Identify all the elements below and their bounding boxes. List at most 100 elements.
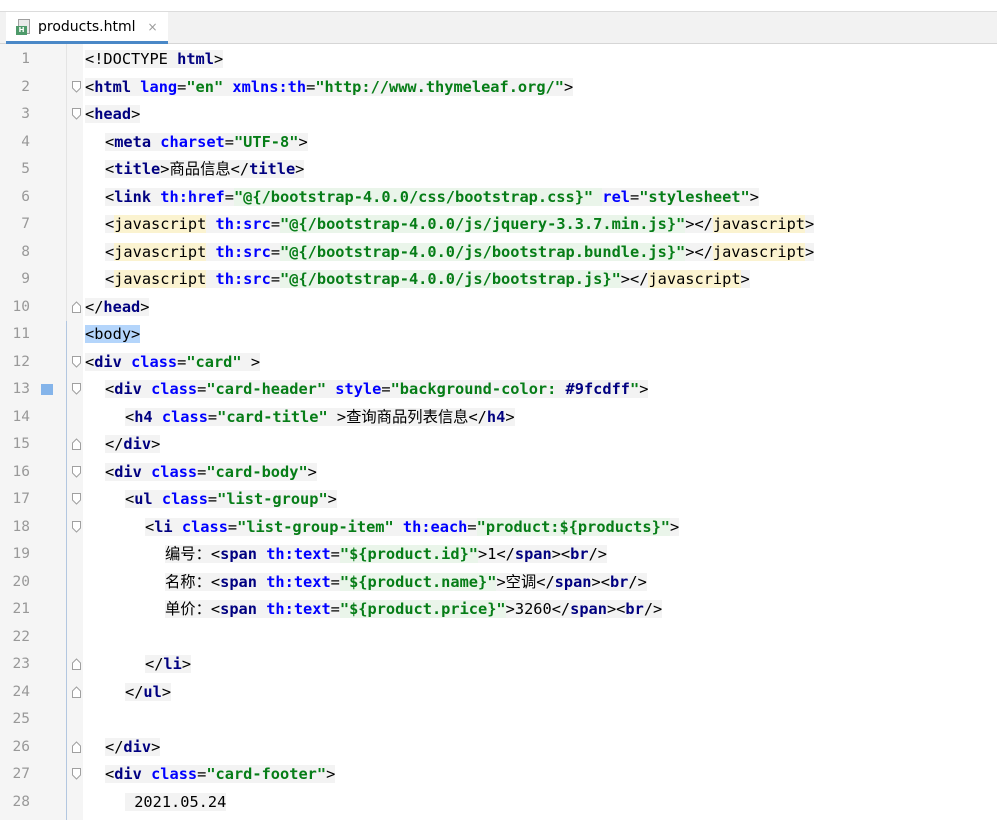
- ide-window: H products.html × 1 <!DOCTYPE html> 2 <html…: [0, 0, 997, 820]
- line-number: 22: [12, 628, 30, 645]
- code-line[interactable]: 11 <body>: [0, 321, 997, 349]
- code-line[interactable]: 10 </head>: [0, 294, 997, 322]
- line-number: 5: [21, 161, 30, 177]
- code-line[interactable]: 15 </div>: [0, 431, 997, 459]
- code-text: <title>商品信息</title>: [105, 160, 305, 178]
- code-text: </div>: [105, 435, 161, 453]
- code-line[interactable]: 4 <meta charset="UTF-8">: [0, 129, 997, 157]
- line-number: 11: [12, 326, 30, 342]
- code-line[interactable]: 28 2021.05.24: [0, 789, 997, 817]
- line-number: 19: [12, 546, 30, 562]
- line-number: 15: [12, 436, 30, 452]
- code-text: 名称：<span th:text="${product.name}">空调</s…: [165, 572, 647, 591]
- code-text: </head>: [85, 297, 150, 316]
- editor-tab-bar: H products.html ×: [0, 11, 997, 44]
- line-number: 10: [12, 298, 30, 315]
- code-text: <ul class="list-group">: [125, 490, 337, 508]
- code-line[interactable]: 20 名称：<span th:text="${product.name}">空调<…: [0, 569, 997, 597]
- code-line[interactable]: 27 <div class="card-footer">: [0, 761, 997, 789]
- line-number: 20: [12, 573, 30, 590]
- fold-open-icon[interactable]: [72, 493, 81, 505]
- line-number: 4: [21, 133, 30, 150]
- line-number: 24: [12, 683, 30, 700]
- code-text: <javascript th:src="@{/bootstrap-4.0.0/j…: [105, 242, 815, 261]
- code-line[interactable]: 24 </ul>: [0, 679, 997, 707]
- line-number: 12: [12, 353, 30, 370]
- line-number: 26: [12, 738, 30, 755]
- code-line[interactable]: 6 <link th:href="@{/bootstrap-4.0.0/css/b…: [0, 184, 997, 212]
- code-text: <div class="card-body">: [105, 462, 317, 481]
- line-number: 18: [12, 518, 30, 535]
- code-text: <head>: [85, 105, 141, 123]
- code-line[interactable]: 9 <javascript th:src="@{/bootstrap-4.0.0/…: [0, 266, 997, 294]
- line-number: 13: [12, 381, 30, 397]
- code-text: <!DOCTYPE html>: [85, 50, 224, 68]
- code-line[interactable]: 1 <!DOCTYPE html>: [0, 46, 997, 74]
- fold-open-icon[interactable]: [72, 80, 81, 93]
- fold-close-icon[interactable]: [72, 438, 81, 450]
- code-text: <javascript th:src="@{/bootstrap-4.0.0/j…: [105, 215, 815, 233]
- code-line[interactable]: 19 编号：<span th:text="${product.id}">1</sp…: [0, 541, 997, 569]
- code-text: </div>: [105, 737, 161, 756]
- line-number: 9: [21, 271, 30, 287]
- fold-open-icon[interactable]: [72, 520, 81, 533]
- code-line[interactable]: 13 <div class="card-header" style="backgr…: [0, 376, 997, 404]
- fold-open-icon[interactable]: [72, 355, 81, 368]
- fold-open-icon[interactable]: [72, 383, 81, 395]
- fold-close-icon[interactable]: [72, 300, 81, 313]
- fold-open-icon[interactable]: [72, 768, 81, 780]
- code-line[interactable]: 12 <div class="card" >: [0, 349, 997, 377]
- code-text: <meta charset="UTF-8">: [105, 132, 308, 151]
- code-line[interactable]: 22: [0, 624, 997, 652]
- line-number: 25: [12, 711, 30, 727]
- code-text: </li>: [145, 655, 192, 673]
- fold-close-icon[interactable]: [72, 685, 81, 698]
- tab-label: products.html: [38, 18, 136, 35]
- code-text: <div class="card-header" style="backgrou…: [105, 380, 649, 398]
- html-file-icon: H: [16, 18, 32, 36]
- code-text: </ul>: [125, 682, 172, 701]
- code-line[interactable]: 2 <html lang="en" xmlns:th="http://www.th…: [0, 74, 997, 102]
- line-number: 27: [12, 766, 30, 782]
- fold-open-icon[interactable]: [72, 108, 81, 120]
- close-icon[interactable]: ×: [147, 20, 157, 34]
- code-text: 编号：<span th:text="${product.id}">1</span…: [165, 545, 607, 563]
- bookmark-icon[interactable]: [41, 384, 53, 395]
- code-line[interactable]: 21 单价：<span th:text="${product.price}">32…: [0, 596, 997, 624]
- title-strip: [0, 0, 997, 11]
- code-editor[interactable]: 1 <!DOCTYPE html> 2 <html lang="en" xmlns:t…: [0, 44, 997, 820]
- code-text: <html lang="en" xmlns:th="http://www.thy…: [85, 77, 574, 96]
- code-line[interactable]: 7 <javascript th:src="@{/bootstrap-4.0.0/…: [0, 211, 997, 239]
- code-line[interactable]: 5 <title>商品信息</title>: [0, 156, 997, 184]
- line-number: 14: [12, 408, 30, 425]
- code-text: <link th:href="@{/bootstrap-4.0.0/css/bo…: [105, 187, 759, 206]
- fold-close-icon[interactable]: [72, 658, 81, 670]
- code-line[interactable]: 8 <javascript th:src="@{/bootstrap-4.0.0/…: [0, 239, 997, 267]
- code-line[interactable]: 25: [0, 706, 997, 734]
- code-line[interactable]: 23 </li>: [0, 651, 997, 679]
- code-line[interactable]: 16 <div class="card-body">: [0, 459, 997, 487]
- code-line[interactable]: 17 <ul class="list-group">: [0, 486, 997, 514]
- code-line[interactable]: 14 <h4 class="card-title" >查询商品列表信息</h4>: [0, 404, 997, 432]
- code-text: 2021.05.24: [125, 792, 227, 811]
- tab-products-html[interactable]: H products.html ×: [6, 12, 168, 44]
- code-text: <div class="card-footer">: [105, 765, 336, 783]
- code-line[interactable]: 3 <head>: [0, 101, 997, 129]
- line-number: 17: [12, 491, 30, 507]
- line-number: 2: [21, 78, 30, 95]
- code-text: <body>: [85, 325, 141, 343]
- fold-close-icon[interactable]: [72, 740, 81, 753]
- code-line[interactable]: 18 <li class="list-group-item" th:each="p…: [0, 514, 997, 542]
- code-text: <div class="card" >: [85, 352, 261, 371]
- line-number: 6: [21, 188, 30, 205]
- code-text: 单价：<span th:text="${product.price}">3260…: [165, 600, 663, 618]
- code-line[interactable]: 26 </div>: [0, 734, 997, 762]
- line-number: 21: [12, 601, 30, 617]
- fold-open-icon[interactable]: [72, 465, 81, 478]
- line-number: 7: [21, 216, 30, 232]
- code-text: <h4 class="card-title" >查询商品列表信息</h4>: [125, 407, 515, 426]
- line-number: 3: [21, 106, 30, 122]
- line-number: 8: [21, 243, 30, 260]
- line-number: 23: [12, 656, 30, 672]
- line-number: 28: [12, 793, 30, 810]
